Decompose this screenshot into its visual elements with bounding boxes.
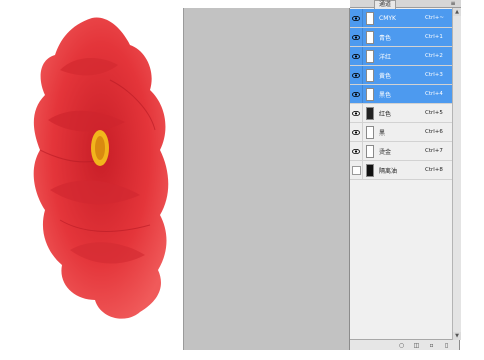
eye-icon xyxy=(352,53,360,59)
channel-name: 隔离油 xyxy=(379,167,398,175)
document-canvas[interactable] xyxy=(0,0,183,360)
channel-shortcut: Ctrl+~ xyxy=(425,15,445,21)
scroll-down-icon[interactable]: ▼ xyxy=(453,332,461,340)
channel-shortcut: Ctrl+6 xyxy=(425,129,443,135)
eye-icon xyxy=(352,129,360,135)
channel-row-black-spot[interactable]: 黑 Ctrl+6 xyxy=(350,123,453,142)
eye-icon xyxy=(352,91,360,97)
channel-name: 黑 xyxy=(379,129,386,137)
hidden-visibility-box xyxy=(351,165,361,175)
channel-thumbnail xyxy=(366,106,374,120)
channel-shortcut: Ctrl+2 xyxy=(425,53,443,59)
channel-row-cyan[interactable]: 青色 Ctrl+1 xyxy=(350,28,453,47)
visibility-toggle[interactable] xyxy=(350,161,363,179)
panel-menu-icon[interactable]: ≡ xyxy=(449,0,457,8)
save-selection-icon[interactable]: ◫ xyxy=(413,342,420,349)
channel-thumbnail xyxy=(366,144,374,158)
channel-shortcut: Ctrl+7 xyxy=(425,148,443,154)
channel-name: 黄色 xyxy=(379,72,392,80)
channel-name: 红色 xyxy=(379,110,392,118)
panel-bottom-toolbar: ○ ◫ ▫ ▯ xyxy=(350,339,459,350)
delete-channel-icon[interactable]: ▯ xyxy=(443,342,450,349)
visibility-toggle[interactable] xyxy=(350,66,363,84)
channel-name: 洋红 xyxy=(379,53,392,61)
eye-icon xyxy=(352,15,360,21)
workspace-background xyxy=(183,8,350,350)
channel-row-magenta[interactable]: 洋红 Ctrl+2 xyxy=(350,47,453,66)
channel-thumbnail xyxy=(366,49,374,63)
tab-channels[interactable]: 通道 xyxy=(374,0,397,9)
channel-shortcut: Ctrl+5 xyxy=(425,110,443,116)
channel-row-cmyk[interactable]: CMYK Ctrl+~ xyxy=(350,9,453,28)
visibility-toggle[interactable] xyxy=(350,123,363,141)
channel-thumbnail xyxy=(366,11,374,25)
channel-shortcut: Ctrl+4 xyxy=(425,91,443,97)
new-channel-icon[interactable]: ▫ xyxy=(428,342,435,349)
eye-icon xyxy=(352,72,360,78)
eye-icon xyxy=(352,148,360,154)
channel-thumbnail xyxy=(366,163,374,177)
channel-name: 烫金 xyxy=(379,148,392,156)
channel-row-black[interactable]: 黑色 Ctrl+4 xyxy=(350,85,453,104)
channel-thumbnail xyxy=(366,30,374,44)
panel-tab-strip xyxy=(350,0,461,8)
channel-row-red-spot[interactable]: 红色 Ctrl+5 xyxy=(350,104,453,123)
channel-row-gold-foil[interactable]: 烫金 Ctrl+7 xyxy=(350,142,453,161)
load-selection-icon[interactable]: ○ xyxy=(398,342,405,349)
channel-name: CMYK xyxy=(379,14,396,22)
channels-panel: 通道 ≡ CMYK Ctrl+~ 青色 Ctrl+1 洋红 Ctrl+2 黄色 … xyxy=(349,0,461,350)
visibility-toggle[interactable] xyxy=(350,85,363,103)
channel-name: 青色 xyxy=(379,34,392,42)
channel-thumbnail xyxy=(366,87,374,101)
visibility-toggle[interactable] xyxy=(350,47,363,65)
channel-row-isolation-varnish[interactable]: 隔离油 Ctrl+8 xyxy=(350,161,453,180)
eye-icon xyxy=(352,110,360,116)
scroll-up-icon[interactable]: ▲ xyxy=(453,8,461,16)
channel-thumbnail xyxy=(366,125,374,139)
channel-thumbnail xyxy=(366,68,374,82)
panel-scrollbar[interactable]: ▲ ▼ xyxy=(452,8,461,340)
channel-row-yellow[interactable]: 黄色 Ctrl+3 xyxy=(350,66,453,85)
channel-shortcut: Ctrl+1 xyxy=(425,34,443,40)
visibility-toggle[interactable] xyxy=(350,28,363,46)
visibility-toggle[interactable] xyxy=(350,142,363,160)
channel-shortcut: Ctrl+8 xyxy=(425,167,443,173)
visibility-toggle[interactable] xyxy=(350,9,363,27)
channel-list: CMYK Ctrl+~ 青色 Ctrl+1 洋红 Ctrl+2 黄色 Ctrl+… xyxy=(350,9,453,180)
visibility-toggle[interactable] xyxy=(350,104,363,122)
eye-icon xyxy=(352,34,360,40)
channel-shortcut: Ctrl+3 xyxy=(425,72,443,78)
peony-image xyxy=(33,17,169,319)
channel-name: 黑色 xyxy=(379,91,392,99)
